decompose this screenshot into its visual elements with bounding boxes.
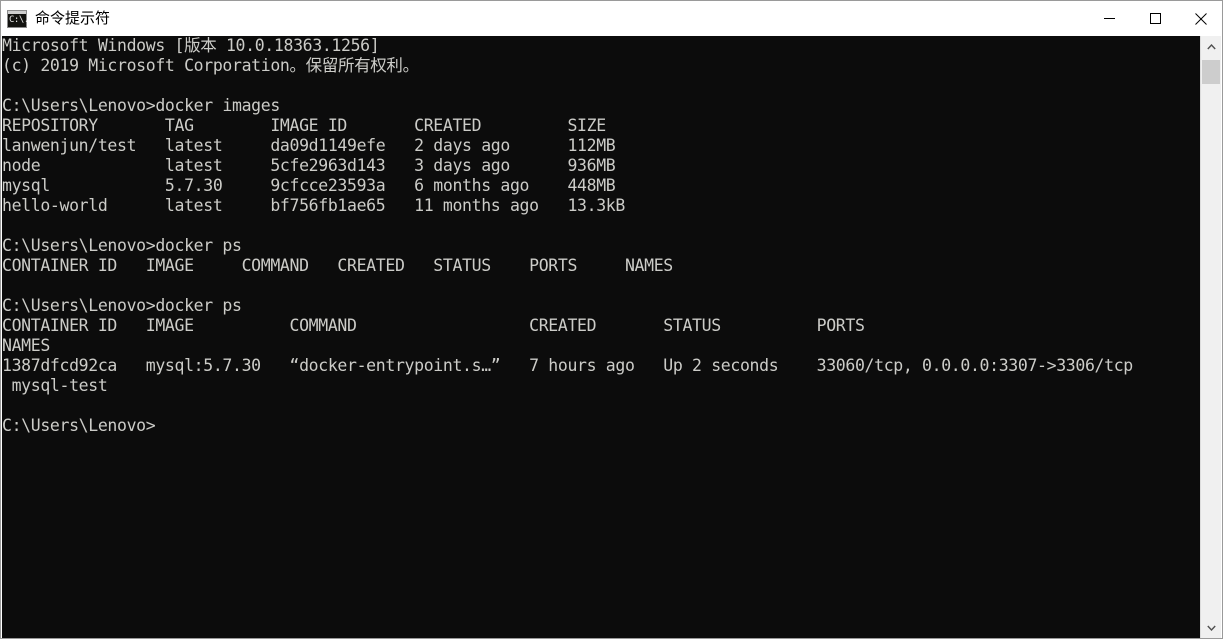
cmd-icon-label: C:\. bbox=[9, 14, 29, 25]
title-bar[interactable]: C:\. 命令提示符 bbox=[1, 1, 1222, 36]
minimize-icon bbox=[1103, 18, 1115, 19]
maximize-icon bbox=[1149, 13, 1161, 24]
close-button[interactable] bbox=[1178, 1, 1222, 36]
chevron-up-icon bbox=[1206, 44, 1216, 50]
cmd-icon: C:\. bbox=[7, 9, 29, 28]
minimize-button[interactable] bbox=[1086, 1, 1132, 36]
console-text: Microsoft Windows [版本 10.0.18363.1256] (… bbox=[2, 36, 1133, 435]
close-icon bbox=[1195, 12, 1207, 25]
scroll-up-button[interactable] bbox=[1201, 36, 1221, 58]
command-prompt-window: C:\. 命令提示符 Microsoft Windows [版本 10.0.18… bbox=[0, 0, 1223, 639]
maximize-button[interactable] bbox=[1132, 1, 1178, 36]
console-output-area[interactable]: Microsoft Windows [版本 10.0.18363.1256] (… bbox=[2, 36, 1202, 638]
chevron-down-icon bbox=[1206, 625, 1216, 631]
console-scrollbar[interactable] bbox=[1200, 36, 1221, 638]
scrollbar-thumb[interactable] bbox=[1202, 60, 1220, 84]
scroll-down-button[interactable] bbox=[1201, 617, 1221, 638]
window-controls bbox=[1086, 1, 1222, 36]
window-title: 命令提示符 bbox=[35, 9, 111, 27]
